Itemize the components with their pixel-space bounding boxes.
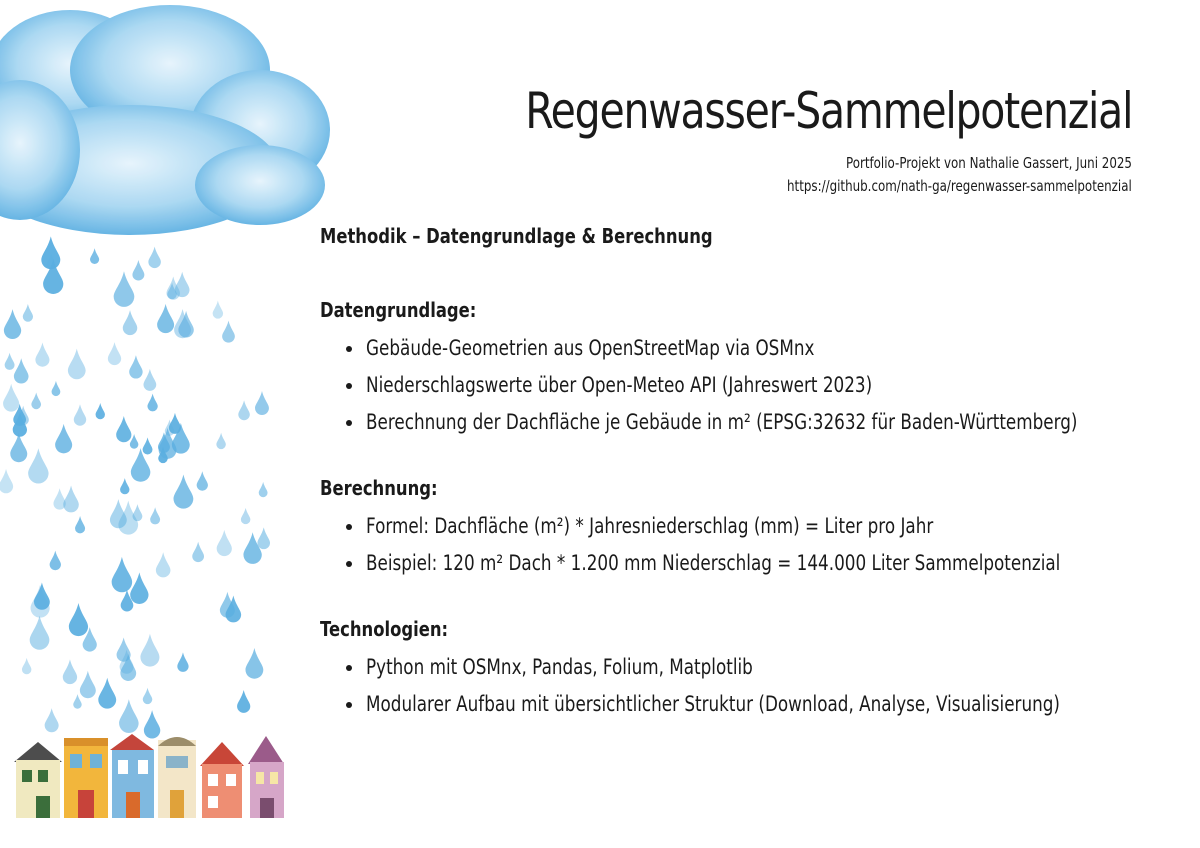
raindrop-icon — [238, 400, 250, 421]
raindrop-icon — [28, 448, 49, 484]
raindrop-icon — [49, 550, 61, 571]
section-heading: Methodik – Datengrundlage & Berechnung — [320, 224, 713, 248]
raindrop-icon — [216, 432, 226, 450]
raindrop-icon — [174, 308, 192, 339]
raindrop-icon — [73, 404, 87, 426]
raindrop-icon — [142, 437, 153, 455]
list-item: Niederschlagswerte über Open-Meteo API (… — [346, 367, 1160, 404]
raindrop-icon — [148, 246, 161, 269]
raindrop-icon — [143, 710, 161, 739]
raindrop-icon — [222, 320, 235, 343]
content-area: Methodik – Datengrundlage & Berechnung D… — [320, 224, 1160, 758]
raindrop-icon — [22, 304, 34, 322]
list-item: Modularer Aufbau mit übersichtlicher Str… — [346, 686, 1160, 723]
raindrop-icon — [168, 412, 182, 434]
raindrop-icon — [129, 355, 143, 379]
raindrop-icon — [157, 303, 175, 334]
raindrop-icon — [119, 699, 139, 733]
raindrop-icon — [120, 478, 130, 495]
raindrop-icon — [111, 556, 133, 593]
raindrop-icon — [142, 687, 153, 705]
list-item: Beispiel: 120 m² Dach * 1.200 mm Nieders… — [346, 545, 1160, 582]
raindrop-icon — [177, 652, 189, 672]
cloud-icon — [0, 5, 330, 235]
raindrop-icon — [95, 403, 105, 420]
raindrop-icon — [0, 468, 14, 494]
raindrop-icon — [240, 507, 251, 525]
raindrop-icon — [243, 532, 262, 564]
raindrop-icon — [10, 432, 28, 463]
raindrop-icon — [4, 352, 15, 370]
raindrop-icon — [34, 582, 50, 610]
bullet-list: Gebäude-Geometrien aus OpenStreetMap via… — [320, 330, 1160, 441]
raindrop-icon — [216, 529, 232, 557]
raindrop-icon — [55, 423, 73, 454]
raindrop-icon — [237, 690, 251, 713]
raindrop-icon — [75, 515, 86, 534]
raindrop-icon — [257, 527, 271, 550]
raindrop-icon — [173, 474, 194, 509]
section-title: Technologien: — [320, 617, 449, 641]
rain-illustration — [0, 5, 330, 818]
raindrop-icon — [90, 248, 100, 265]
raindrop-icon — [155, 552, 171, 578]
raindrop-icon — [258, 481, 268, 498]
raindrop-icon — [255, 390, 269, 415]
houses-icon — [14, 734, 284, 818]
raindrop-icon — [67, 348, 86, 380]
raindrop-icon — [245, 647, 264, 679]
repo-link[interactable]: https://github.com/nath-ga/regenwasser-s… — [787, 177, 1132, 195]
bullet-list: Python mit OSMnx, Pandas, Folium, Matplo… — [320, 649, 1160, 723]
subtitle: Portfolio-Projekt von Nathalie Gassert, … — [846, 154, 1132, 172]
raindrop-icon — [150, 507, 161, 525]
raindrop-icon — [212, 300, 224, 319]
raindrop-icon — [107, 342, 122, 366]
list-item: Formel: Dachfläche (m²) * Jahresniedersc… — [346, 508, 1160, 545]
section-berechnung: Berechnung: Formel: Dachfläche (m²) * Ja… — [320, 476, 1160, 582]
raindrop-icon — [79, 670, 96, 699]
raindrop-icon — [35, 342, 50, 367]
raindrop-icon — [73, 694, 82, 709]
raindrop-icons — [0, 236, 271, 739]
raindrop-icon — [147, 393, 158, 412]
raindrop-icon — [122, 310, 138, 336]
raindrop-icon — [21, 657, 32, 675]
raindrop-icon — [31, 392, 42, 410]
raindrop-icon — [68, 602, 89, 637]
raindrop-icon — [63, 485, 79, 513]
raindrop-icon — [118, 500, 139, 535]
section-title: Berechnung: — [320, 476, 438, 500]
list-item: Gebäude-Geometrien aus OpenStreetMap via… — [346, 330, 1160, 367]
section-title: Datengrundlage: — [320, 298, 477, 322]
list-item: Berechnung der Dachfläche je Gebäude in … — [346, 404, 1160, 441]
raindrop-icon — [41, 236, 61, 270]
raindrop-icon — [13, 358, 29, 384]
raindrop-icon — [3, 309, 22, 340]
raindrop-icon — [143, 368, 157, 391]
raindrop-icon — [192, 541, 205, 563]
page-title: Regenwasser-Sammelpotenzial — [524, 82, 1133, 140]
bullet-list: Formel: Dachfläche (m²) * Jahresniedersc… — [320, 508, 1160, 582]
raindrop-icon — [44, 708, 59, 733]
raindrop-icon — [98, 677, 117, 709]
raindrop-icon — [140, 633, 160, 667]
raindrop-icon — [62, 659, 78, 685]
raindrop-icon — [51, 380, 61, 397]
raindrop-icon — [196, 471, 208, 491]
raindrop-icon — [116, 416, 132, 443]
raindrop-icon — [132, 259, 145, 281]
raindrop-icon — [29, 615, 50, 650]
raindrop-icon — [3, 383, 20, 412]
list-item: Python mit OSMnx, Pandas, Folium, Matplo… — [346, 649, 1160, 686]
section-datengrundlage: Datengrundlage: Gebäude-Geometrien aus O… — [320, 298, 1160, 441]
section-technologien: Technologien: Python mit OSMnx, Pandas, … — [320, 617, 1160, 723]
raindrop-icon — [130, 572, 149, 604]
raindrop-icon — [113, 271, 135, 307]
